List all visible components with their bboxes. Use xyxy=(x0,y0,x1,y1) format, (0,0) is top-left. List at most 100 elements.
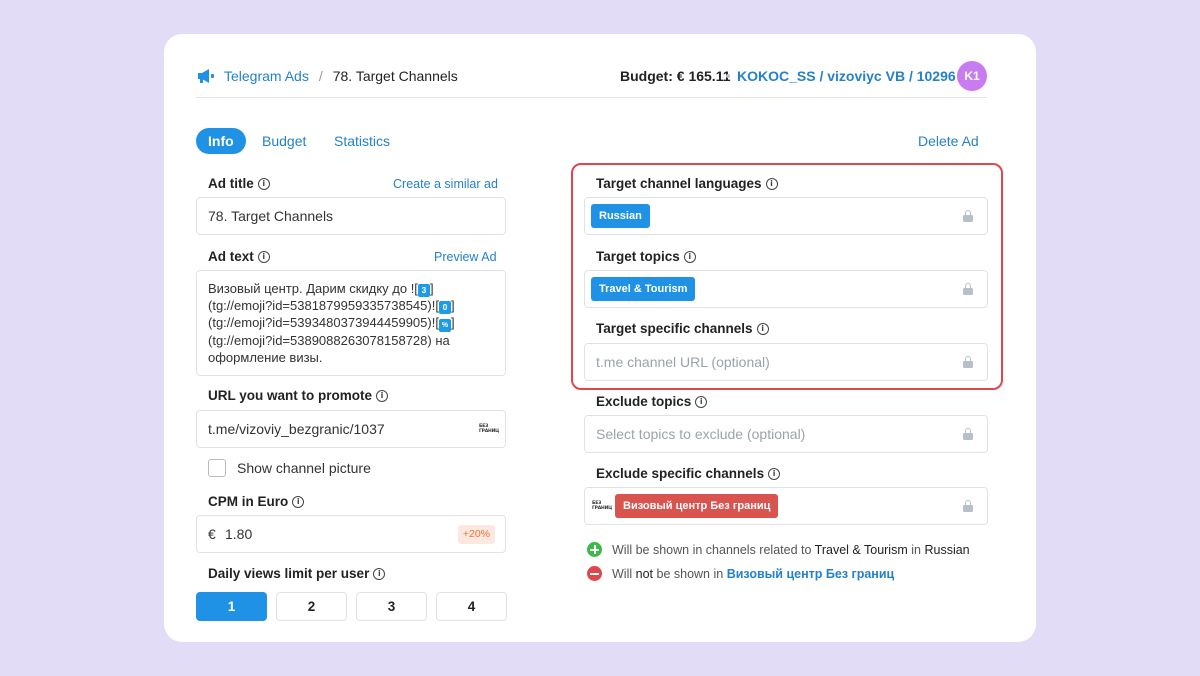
cpm-label: CPM in Euro xyxy=(208,494,289,509)
specific-channels-label: Target specific channels xyxy=(596,321,753,336)
ad-text-bracket: ] xyxy=(429,281,434,296)
ad-editor-card: Telegram Ads / 78. Target Channels Budge… xyxy=(164,34,1036,642)
ad-text-line: (tg://emoji?id=5381879959335738545)![ xyxy=(208,298,439,313)
breadcrumb-separator: / xyxy=(318,68,323,84)
specific-channels-input[interactable]: t.me channel URL (optional) xyxy=(584,343,988,381)
language-chip[interactable]: Russian xyxy=(591,204,650,228)
not-shown-not: not xyxy=(635,567,654,581)
lock-icon xyxy=(963,210,973,222)
ad-text-label: Ad text xyxy=(208,249,254,264)
tab-statistics[interactable]: Statistics xyxy=(334,128,390,154)
ad-title-label: Ad title xyxy=(208,176,254,191)
lock-icon xyxy=(963,283,973,295)
ad-text-line: Визовый центр. Дарим скидку до ![ xyxy=(208,281,418,296)
megaphone-icon xyxy=(196,68,216,84)
info-icon[interactable]: i xyxy=(683,250,696,263)
page-title: 78. Target Channels xyxy=(332,68,458,84)
create-similar-ad-link[interactable]: Create a similar ad xyxy=(393,177,498,191)
breadcrumb: Telegram Ads / 78. Target Channels xyxy=(196,66,458,86)
daily-views-label: Daily views limit per user xyxy=(208,566,370,581)
url-label: URL you want to promote xyxy=(208,388,372,403)
info-icon[interactable]: i xyxy=(768,467,781,480)
ad-text-bracket: ] xyxy=(450,315,455,330)
daily-views-label-row: Daily views limit per user i xyxy=(208,566,386,581)
avatar-initials: K1 xyxy=(964,69,980,83)
exclude-channels-label-row: Exclude specific channels i xyxy=(596,466,781,481)
daily-views-option-3[interactable]: 3 xyxy=(356,592,427,621)
not-shown-summary: Will not be shown in Визовый центр Без г… xyxy=(612,567,894,581)
exclude-topics-label-row: Exclude topics i xyxy=(596,394,708,409)
info-icon[interactable]: i xyxy=(373,567,386,580)
info-icon[interactable]: i xyxy=(376,389,388,402)
topics-label: Target topics xyxy=(596,249,680,264)
emoji-3-icon: 3 xyxy=(417,284,430,297)
header-dot xyxy=(726,74,730,78)
languages-label-row: Target channel languages i xyxy=(596,176,778,191)
languages-label: Target channel languages xyxy=(596,176,762,191)
info-icon[interactable]: i xyxy=(695,395,708,408)
languages-select[interactable]: Russian xyxy=(584,197,988,235)
daily-views-option-1[interactable]: 1 xyxy=(196,592,267,621)
account-selector[interactable]: KOKOC_SS / vizoviyc VB / 10296 xyxy=(737,68,971,85)
info-icon[interactable]: i xyxy=(292,495,305,508)
info-icon[interactable]: i xyxy=(257,177,270,190)
avatar[interactable]: K1 xyxy=(957,61,987,91)
shown-in: in xyxy=(911,543,921,557)
channel-logo-icon: БЕЗ ГРАНИЦ xyxy=(479,424,500,434)
ad-text-line: (tg://emoji?id=5389088263078158728) на xyxy=(208,333,450,348)
shown-prefix: Will be shown in channels related to xyxy=(612,543,812,557)
ad-text-line: (tg://emoji?id=5393480373944459905)![ xyxy=(208,315,439,330)
not-shown-middle: be shown in xyxy=(656,567,724,581)
exclude-topics-placeholder: Select topics to exclude (optional) xyxy=(596,426,806,442)
ad-text-label-row: Ad text i xyxy=(208,249,270,264)
info-icon[interactable]: i xyxy=(765,177,778,190)
exclude-topics-select[interactable]: Select topics to exclude (optional) xyxy=(584,415,988,453)
url-value: t.me/vizoviy_bezgranic/1037 xyxy=(208,421,385,437)
not-shown-prefix: Will xyxy=(612,567,633,581)
show-picture-checkbox[interactable] xyxy=(208,459,226,477)
url-input[interactable]: t.me/vizoviy_bezgranic/1037 БЕЗ ГРАНИЦ xyxy=(196,410,506,448)
specific-channels-label-row: Target specific channels i xyxy=(596,321,769,336)
ad-text-content: Визовый центр. Дарим скидку до ![3] (tg:… xyxy=(208,280,455,366)
shown-summary: Will be shown in channels related to Tra… xyxy=(612,543,970,557)
plus-circle-icon xyxy=(587,542,602,557)
topics-label-row: Target topics i xyxy=(596,249,696,264)
excluded-channel-chip[interactable]: Визовый центр Без границ xyxy=(615,494,779,518)
cpm-label-row: CPM in Euro i xyxy=(208,494,305,509)
budget-text: Budget: € 165.11 xyxy=(620,68,731,84)
app-name-link[interactable]: Telegram Ads xyxy=(224,68,309,84)
header-divider xyxy=(196,97,987,98)
ad-text-line: оформление визы. xyxy=(208,350,323,365)
shown-language: Russian xyxy=(924,543,970,557)
not-shown-channel-link[interactable]: Визовый центр Без границ xyxy=(727,567,895,581)
show-picture-label[interactable]: Show channel picture xyxy=(237,460,371,476)
delete-ad-link[interactable]: Delete Ad xyxy=(918,128,979,154)
daily-views-option-2[interactable]: 2 xyxy=(276,592,347,621)
ad-text-textarea[interactable]: Визовый центр. Дарим скидку до ![3] (tg:… xyxy=(196,270,506,376)
cpm-increase-badge: +20% xyxy=(457,525,495,544)
cpm-input[interactable]: € 1.80 +20% xyxy=(196,515,506,553)
info-icon[interactable]: i xyxy=(257,250,270,263)
lock-icon xyxy=(963,500,973,512)
specific-channels-placeholder: t.me channel URL (optional) xyxy=(596,354,770,370)
topics-select[interactable]: Travel & Tourism xyxy=(584,270,988,308)
minus-circle-icon xyxy=(587,566,602,581)
ad-title-input[interactable]: 78. Target Channels xyxy=(196,197,506,235)
info-icon[interactable]: i xyxy=(756,322,769,335)
exclude-channels-input[interactable]: БЕЗ ГРАНИЦ Визовый центр Без границ xyxy=(584,487,988,525)
currency-symbol: € xyxy=(208,526,216,542)
preview-ad-link[interactable]: Preview Ad xyxy=(434,250,497,264)
tab-info[interactable]: Info xyxy=(196,128,246,154)
account-label: KOKOC_SS / vizoviyc VB / 10296 xyxy=(737,68,956,84)
ad-text-bracket: ] xyxy=(450,298,455,313)
tab-budget[interactable]: Budget xyxy=(262,128,306,154)
emoji-0-icon: 0 xyxy=(438,301,451,314)
daily-views-option-4[interactable]: 4 xyxy=(436,592,507,621)
url-label-row: URL you want to promote i xyxy=(208,388,388,403)
lock-icon xyxy=(963,356,973,368)
channel-logo-icon: БЕЗ ГРАНИЦ xyxy=(592,501,613,511)
emoji-percent-icon: % xyxy=(438,319,451,332)
ad-title-value: 78. Target Channels xyxy=(208,208,334,224)
ad-title-label-row: Ad title i xyxy=(208,176,270,191)
topic-chip[interactable]: Travel & Tourism xyxy=(591,277,696,301)
